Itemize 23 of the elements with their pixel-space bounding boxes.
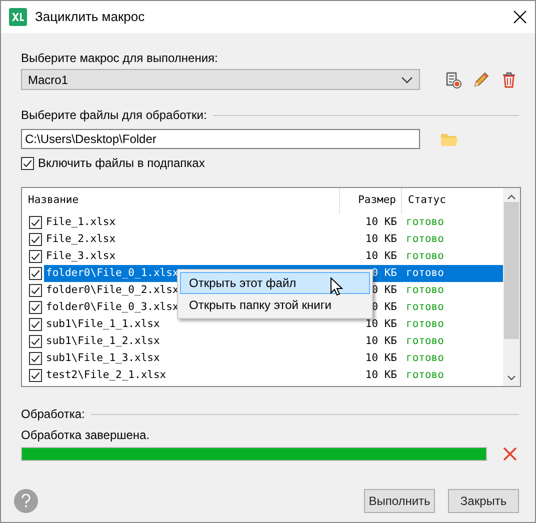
file-size: 10 КБ [364, 334, 398, 349]
file-status: готово [405, 300, 444, 315]
file-status: готово [405, 368, 444, 383]
file-status: готово [405, 214, 444, 230]
file-size: 10 КБ [364, 232, 398, 247]
file-size: 10 КБ [364, 316, 398, 332]
section-label: Обработка: [21, 407, 85, 422]
file-size: 10 КБ [364, 350, 398, 366]
file-status: готово [405, 334, 444, 349]
file-size: 10 КБ [364, 248, 398, 264]
section-label: Выберите файлы для обработки: [21, 108, 207, 123]
status-message: Обработка завершена. [21, 428, 151, 443]
file-status: готово [405, 316, 444, 332]
window-title: Зациклить макрос [35, 8, 146, 26]
file-status: готово [405, 350, 444, 366]
checkbox-label: Включить файлы в подпапках [38, 155, 205, 172]
file-size: 10 КБ [364, 368, 398, 383]
file-size: 10 КБ [364, 214, 398, 230]
file-status: готово [405, 266, 444, 281]
section-label: Выберите макрос для выполнения: [21, 51, 219, 66]
file-status: готово [405, 248, 444, 264]
file-status: готово [405, 232, 444, 247]
file-status: готово [405, 282, 444, 298]
